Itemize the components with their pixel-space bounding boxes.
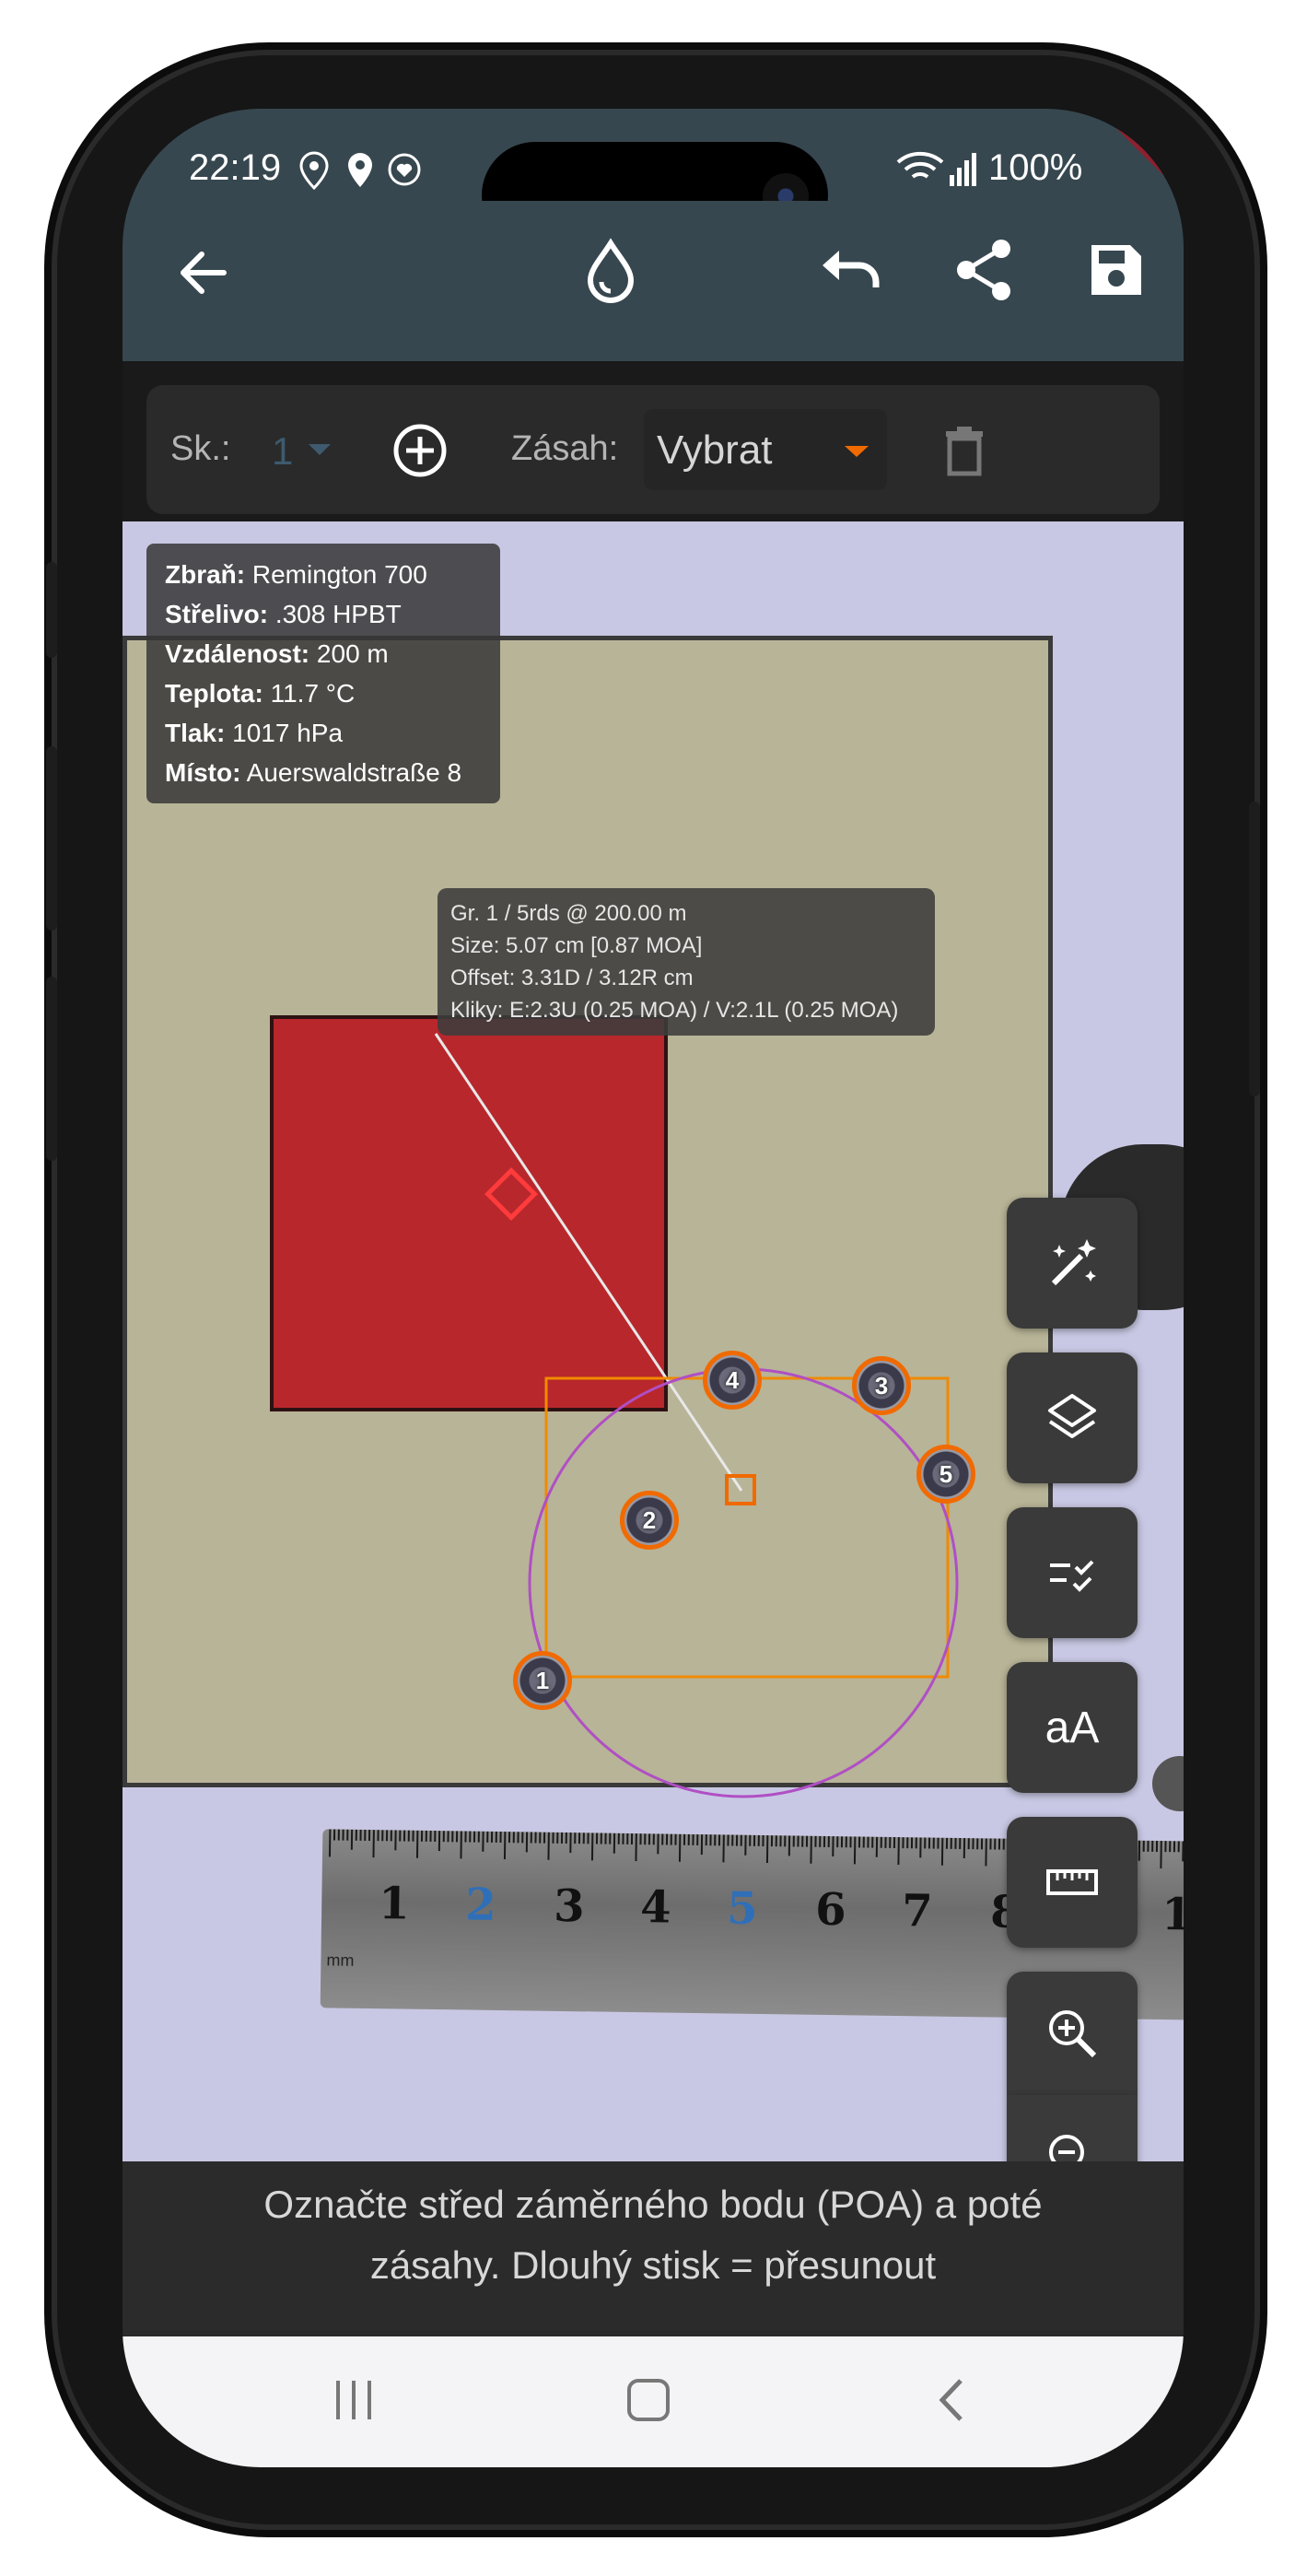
screen: 22:19 100% DEBUG Sk.: 1 Zásah: Vybrat 1 …	[123, 109, 1184, 2467]
status-notification-icons	[299, 151, 421, 190]
layers-button[interactable]	[1007, 1352, 1138, 1483]
place-value: Auerswaldstraße 8	[246, 758, 462, 787]
ruler-number: 3	[553, 1879, 586, 1933]
pressure-row: Tlak: 1017 hPa	[165, 713, 482, 753]
ruler-number: 2	[464, 1879, 497, 1931]
group-toolbar-area: Sk.: 1 Zásah: Vybrat	[123, 361, 1184, 521]
ruler-button[interactable]	[1007, 1817, 1138, 1948]
chevron-down-icon	[309, 444, 331, 455]
trash-icon[interactable]	[942, 426, 986, 477]
hit-label: Zásah:	[511, 429, 619, 468]
group-dropdown[interactable]: 1	[263, 413, 373, 486]
group-label: Sk.:	[170, 429, 231, 468]
target-photo[interactable]: 1 2 3 4 5 Zbraň: Remington 700 Střelivo:…	[123, 521, 1184, 2161]
temperature-value: 11.7 °C	[270, 679, 356, 708]
auto-detect-button[interactable]	[1007, 1198, 1138, 1329]
arrow-left-icon[interactable]	[176, 245, 231, 300]
ruler-unit: mm	[326, 1950, 355, 1970]
layers-icon	[1048, 1394, 1096, 1438]
temperature-label: Teplota:	[165, 679, 263, 708]
plus-circle-icon[interactable]	[391, 422, 449, 479]
hit-label: 1	[535, 1666, 550, 1694]
ruler-number: 4	[639, 1881, 672, 1934]
volume-up-button	[46, 746, 57, 931]
chevron-down-icon	[845, 446, 869, 457]
checklist-icon	[1050, 1560, 1094, 1592]
zoom-in-button[interactable]	[1007, 1972, 1138, 2095]
place-row: Místo: Auerswaldstraße 8	[165, 753, 482, 792]
magic-wand-icon	[1051, 1239, 1096, 1286]
hit-label: 5	[939, 1459, 953, 1488]
wifi-signal-icon	[896, 151, 976, 186]
hit-dropdown[interactable]: Vybrat	[644, 409, 887, 490]
hit-dropdown-value: Vybrat	[657, 427, 773, 473]
pressure-value: 1017 hPa	[232, 719, 344, 747]
share-icon[interactable]	[955, 238, 1014, 302]
hit-marker[interactable]: 4	[703, 1351, 762, 1410]
ruler-number: 1	[378, 1878, 411, 1930]
ammo-label: Střelivo:	[165, 600, 269, 628]
pressure-label: Tlak:	[165, 719, 226, 747]
instruction-hint: Označte střed záměrného bodu (POA) a pot…	[123, 2161, 1184, 2336]
ruler-number: 6	[814, 1883, 847, 1937]
side-button	[46, 562, 57, 658]
group-toolbar: Sk.: 1 Zásah: Vybrat	[146, 385, 1160, 514]
system-nav-bar	[123, 2336, 1184, 2467]
weapon-row: Zbraň: Remington 700	[165, 555, 482, 594]
hit-label: 3	[874, 1371, 889, 1399]
zoom-in-icon	[1049, 2010, 1097, 2058]
instruction-text: Označte střed záměrného bodu (POA) a pot…	[263, 2183, 1043, 2287]
ammo-row: Střelivo: .308 HPBT	[165, 594, 482, 634]
ruler-number: 1	[1161, 1889, 1184, 1941]
back-icon[interactable]	[929, 2377, 975, 2423]
save-icon[interactable]	[1088, 241, 1145, 299]
group-stats-title: Gr. 1 / 5rds @ 200.00 m	[450, 901, 687, 926]
group-bounding-box	[544, 1376, 950, 1679]
hit-marker[interactable]: 3	[852, 1356, 911, 1415]
hit-marker[interactable]: 2	[620, 1491, 679, 1550]
ruler-number: 5	[726, 1882, 759, 1935]
offset-line	[434, 1033, 743, 1492]
hit-marker[interactable]: 1	[513, 1651, 572, 1710]
hit-marker[interactable]: 5	[916, 1445, 975, 1504]
temperature-row: Teplota: 11.7 °C	[165, 673, 482, 713]
poa-marker[interactable]	[484, 1167, 538, 1221]
weapon-value: Remington 700	[251, 560, 427, 589]
text-size-button[interactable]: aA	[1007, 1662, 1138, 1793]
home-icon[interactable]	[625, 2377, 671, 2423]
place-label: Místo:	[165, 758, 241, 787]
distance-label: Vzdálenost:	[165, 639, 310, 668]
app-bar	[123, 201, 1184, 361]
text-size-icon: aA	[1044, 1703, 1100, 1752]
group-offset: Offset: 3.31D / 3.12R cm	[450, 966, 694, 990]
checklist-button[interactable]	[1007, 1507, 1138, 1638]
undo-icon[interactable]	[819, 243, 883, 299]
ammo-value: .308 HPBT	[274, 600, 402, 628]
hit-label: 2	[642, 1505, 657, 1534]
distance-row: Vzdálenost: 200 m	[165, 634, 482, 673]
status-time: 22:19	[189, 147, 282, 188]
distance-value: 200 m	[316, 639, 389, 668]
recent-apps-icon[interactable]	[331, 2377, 377, 2423]
group-dropdown-value: 1	[272, 429, 294, 473]
ruler-number: 7	[901, 1885, 934, 1938]
water-drop-icon[interactable]	[581, 238, 640, 304]
session-info-panel: Zbraň: Remington 700 Střelivo: .308 HPBT…	[146, 544, 500, 803]
zoom-out-button[interactable]	[1007, 2095, 1138, 2161]
group-stats-panel: Gr. 1 / 5rds @ 200.00 m Size: 5.07 cm [0…	[438, 888, 935, 1036]
hit-label: 4	[725, 1365, 740, 1394]
group-size: Size: 5.07 cm [0.87 MOA]	[450, 933, 703, 958]
weapon-label: Zbraň:	[165, 560, 246, 589]
zoom-out-icon	[1049, 2135, 1084, 2161]
battery-percent: 100%	[988, 147, 1083, 188]
power-button	[1249, 802, 1260, 1096]
scope-clicks: Kliky: E:2.3U (0.25 MOA) / V:2.1L (0.25 …	[450, 998, 899, 1023]
volume-down-button	[46, 977, 57, 1161]
ruler-icon	[1046, 1869, 1098, 1895]
group-circle	[528, 1367, 959, 1798]
